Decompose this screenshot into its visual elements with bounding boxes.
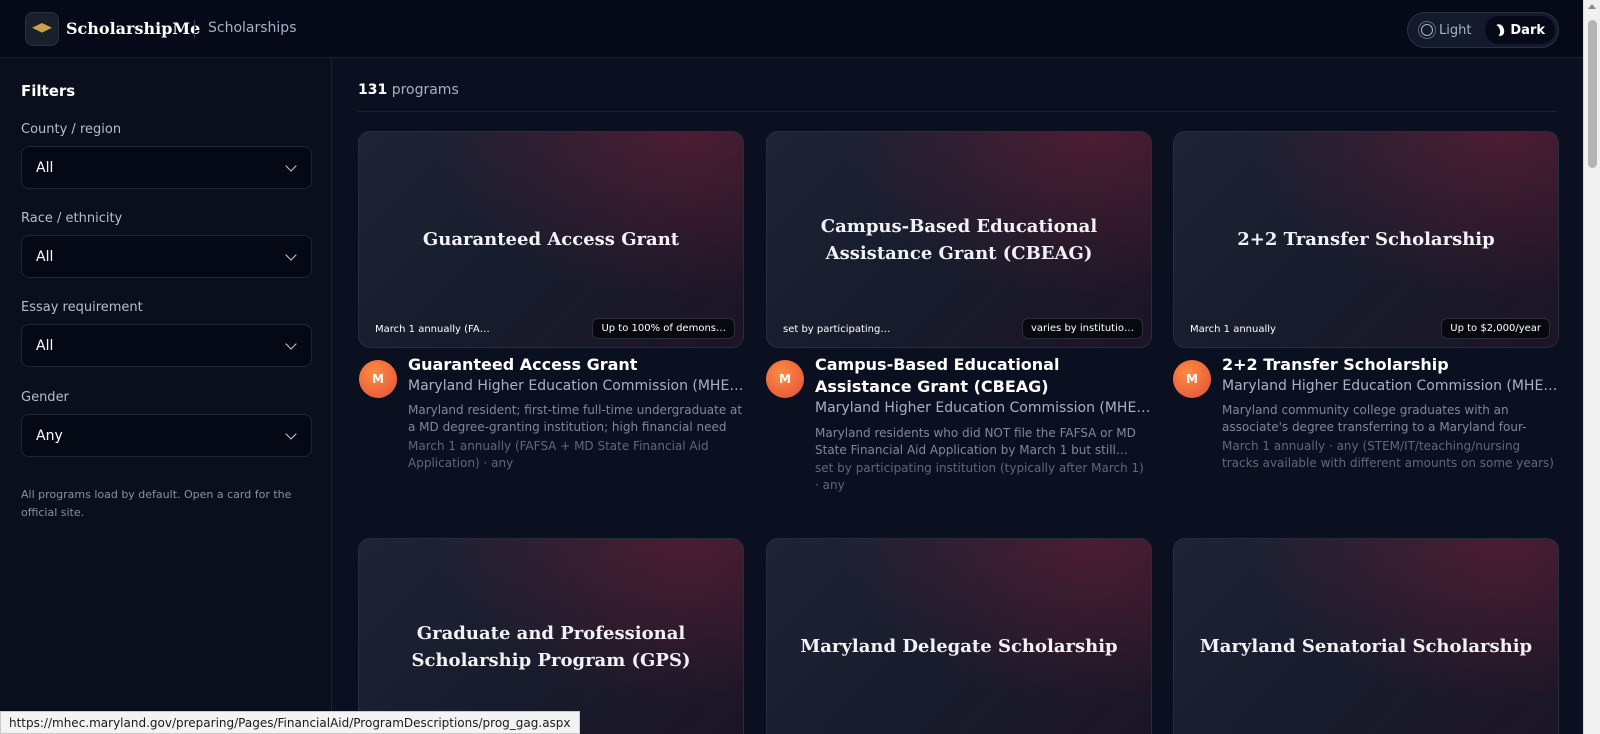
- chevron-down-icon: [285, 160, 297, 172]
- scroll-thumb[interactable]: [1588, 20, 1597, 168]
- deadline-chip: March 1 annually: [1190, 324, 1276, 335]
- program-card-image[interactable]: Maryland Delegate Scholarship: [766, 538, 1152, 734]
- chevron-down-icon: [285, 249, 297, 261]
- section-title: Scholarships: [208, 20, 297, 36]
- program-org: Maryland Higher Education Commission (MH…: [408, 378, 744, 394]
- theme-dark-button[interactable]: Dark: [1485, 16, 1555, 44]
- chevron-down-icon: [285, 338, 297, 350]
- program-description: Maryland community college graduates wit…: [1222, 403, 1527, 434]
- program-card-image[interactable]: Maryland Senatorial Scholarship: [1173, 538, 1559, 734]
- program-meta: March 1 annually · any (STEM/IT/teaching…: [1222, 439, 1554, 470]
- filters-note: All programs load by default. Open a car…: [21, 488, 292, 519]
- program-card-image[interactable]: 2+2 Transfer Scholarship March 1 annuall…: [1173, 131, 1559, 348]
- county-select-value: All: [36, 159, 54, 176]
- page-scrollbar[interactable]: [1583, 0, 1600, 734]
- filters-title: Filters: [21, 82, 76, 100]
- theme-dark-label: Dark: [1510, 22, 1545, 38]
- county-select[interactable]: All: [21, 146, 312, 189]
- theme-light-label: Light: [1439, 22, 1472, 38]
- app-header: ScholarshipMe Scholarships Light Dark: [0, 0, 1583, 58]
- avatar: M: [766, 360, 804, 398]
- program-count-label: programs: [391, 82, 459, 98]
- gender-select-value: Any: [36, 427, 63, 444]
- deadline-chip: March 1 annually (FA…: [375, 324, 490, 335]
- card-image-title: Campus-Based Educational Assistance Gran…: [820, 215, 1098, 264]
- filters-sidebar: Filters County / region All Race / ethni…: [0, 58, 332, 734]
- card-image-title: Maryland Senatorial Scholarship: [1199, 636, 1533, 657]
- program-org: Maryland Higher Education Commission (MH…: [1222, 378, 1558, 394]
- program-description: Maryland residents who did NOT file the …: [815, 426, 1136, 457]
- filter-label-gender: Gender: [21, 390, 69, 405]
- essay-select-value: All: [36, 337, 54, 354]
- avatar: M: [359, 360, 397, 398]
- amount-chip: Up to 100% of demons…: [592, 318, 735, 339]
- program-count-number: 131: [358, 82, 388, 98]
- card-image-title: Maryland Delegate Scholarship: [800, 636, 1118, 657]
- brand-logo[interactable]: [25, 12, 59, 46]
- filter-label-essay: Essay requirement: [21, 300, 143, 315]
- essay-select[interactable]: All: [21, 324, 312, 367]
- program-count: 131 programs: [358, 82, 459, 98]
- theme-toggle: Light Dark: [1407, 12, 1559, 48]
- gender-select[interactable]: Any: [21, 414, 312, 457]
- card-image-title: 2+2 Transfer Scholarship: [1237, 229, 1495, 250]
- chevron-down-icon: [285, 428, 297, 440]
- program-meta: March 1 annually (FAFSA + MD State Finan…: [408, 439, 709, 470]
- program-description: Maryland resident; first-time full-time …: [408, 403, 743, 434]
- brand-name[interactable]: ScholarshipMe: [66, 19, 200, 38]
- graduation-cap-icon: [32, 23, 52, 33]
- browser-status-bar: https://mhec.maryland.gov/preparing/Page…: [0, 711, 580, 734]
- header-divider: [194, 20, 195, 38]
- program-title[interactable]: Guaranteed Access Grant: [408, 354, 744, 376]
- amount-chip: Up to $2,000/year: [1441, 318, 1550, 339]
- race-select-value: All: [36, 248, 54, 265]
- count-divider: [358, 111, 1558, 112]
- scroll-up-arrow-icon[interactable]: [1588, 4, 1596, 9]
- filter-label-race: Race / ethnicity: [21, 211, 123, 226]
- deadline-chip: set by participating…: [783, 324, 891, 335]
- amount-chip: varies by institutio…: [1021, 318, 1143, 339]
- theme-light-button[interactable]: Light: [1411, 16, 1485, 44]
- race-select[interactable]: All: [21, 235, 312, 278]
- program-org: Maryland Higher Education Commission (MH…: [815, 400, 1151, 416]
- status-url: https://mhec.maryland.gov/preparing/Page…: [9, 715, 571, 730]
- filter-label-county: County / region: [21, 122, 122, 137]
- program-meta: set by participating institution (typica…: [815, 461, 1144, 492]
- card-image-title: Graduate and Professional Scholarship Pr…: [411, 622, 691, 671]
- sun-icon: [1421, 24, 1433, 36]
- programs-main: 131 programs Guaranteed Access Grant Mar…: [332, 58, 1583, 734]
- program-title[interactable]: 2+2 Transfer Scholarship: [1222, 354, 1558, 376]
- card-image-title: Guaranteed Access Grant: [422, 229, 680, 250]
- program-card-image[interactable]: Guaranteed Access Grant March 1 annually…: [358, 131, 744, 348]
- program-card-image[interactable]: Campus-Based Educational Assistance Gran…: [766, 131, 1152, 348]
- program-title[interactable]: Campus-Based Educational Assistance Gran…: [815, 354, 1151, 398]
- avatar: M: [1173, 360, 1211, 398]
- moon-icon: [1493, 23, 1506, 37]
- program-card-image[interactable]: Graduate and Professional Scholarship Pr…: [358, 538, 744, 734]
